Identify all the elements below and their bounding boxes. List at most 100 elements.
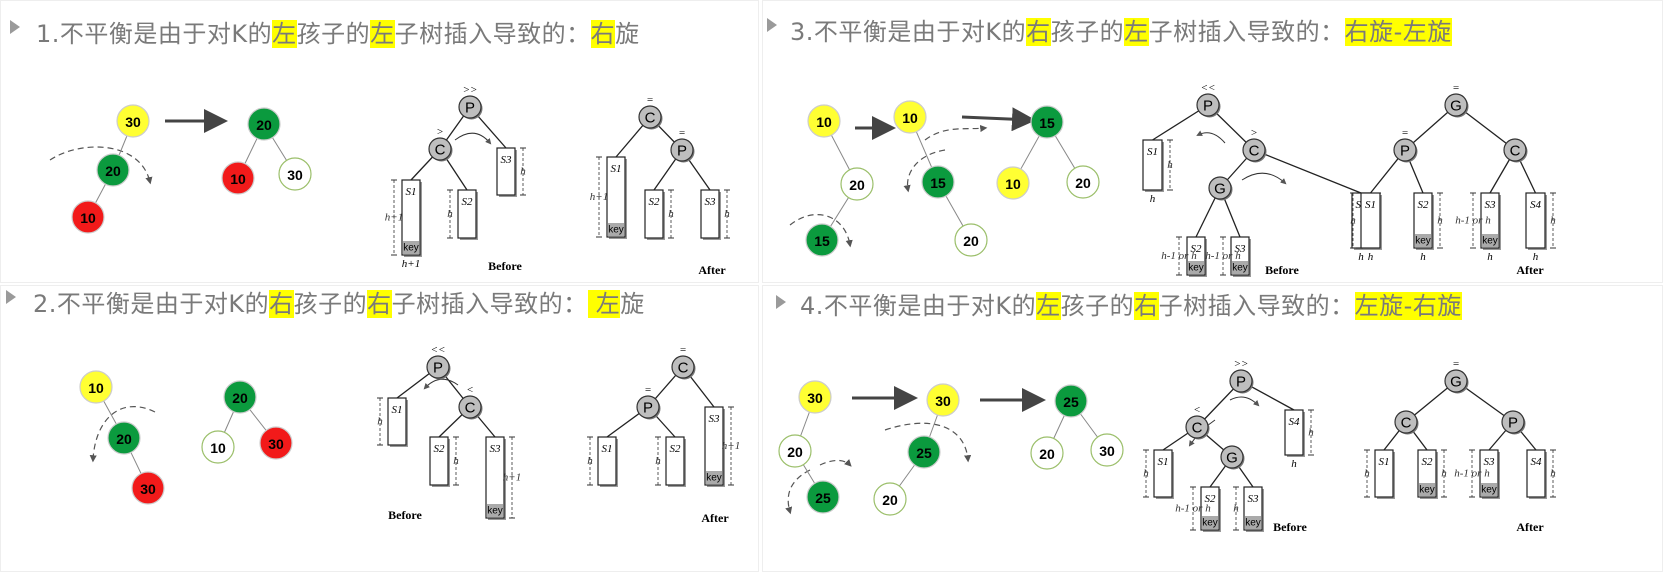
title-text: 孩子的 [1060, 292, 1135, 320]
height-label: h-1 or h [1455, 215, 1491, 227]
caption-after: After [1516, 263, 1544, 277]
case-title: 3.不平衡是由于对K的右孩子的左子树插入导致的：右旋-左旋 [790, 12, 1452, 47]
height-below-label: h [1487, 251, 1493, 263]
caption-after: After [698, 263, 726, 277]
balance-mark: < [1193, 404, 1200, 416]
subtree-label: S3 [705, 196, 717, 208]
caption-before: Before [488, 259, 522, 273]
height-label: h-1 or h [1205, 250, 1241, 262]
node-value: 10 [902, 110, 918, 126]
bullet-triangle-icon [6, 290, 16, 304]
caption-after: After [1516, 520, 1544, 534]
subtree-label: S4 [1289, 416, 1301, 428]
node-value: 25 [916, 445, 932, 461]
height-label: h [1550, 468, 1556, 480]
node-value: 20 [116, 431, 132, 447]
height-label: h-1 or h [1454, 468, 1490, 480]
height-label: h [668, 208, 674, 220]
highlighted-text: 右 [590, 20, 616, 48]
title-text: 孩子的 [1050, 18, 1125, 46]
case-title: 4.不平衡是由于对K的左孩子的右子树插入导致的：左旋-右旋 [800, 286, 1462, 321]
bullet-triangle-icon [776, 295, 786, 309]
key-label: key [1245, 518, 1261, 529]
title-text: 1.不平衡是由于对K的 [36, 20, 273, 48]
title-text: 孩子的 [296, 20, 371, 48]
node-value: 30 [935, 393, 951, 409]
balance-mark: << [1201, 82, 1216, 94]
node-value: 20 [963, 233, 979, 249]
node-value: 15 [1039, 115, 1055, 131]
highlighted-text: 左 [370, 20, 395, 48]
height-below-label: h [1368, 251, 1374, 263]
subtree-label: S2 [649, 196, 661, 208]
height-label: h+1 [722, 440, 740, 452]
subtree-label: S3 [1484, 456, 1496, 468]
node-value: 20 [105, 163, 121, 179]
subtree-label: S4 [1530, 199, 1542, 211]
node-label: C [645, 110, 656, 127]
key-label: key [1202, 518, 1218, 529]
height-label: h+1 [385, 212, 403, 224]
balance-mark: = [644, 384, 651, 396]
transform-arrow-icon [961, 107, 1036, 132]
highlighted-text: 右 [1134, 292, 1159, 320]
caption-before: Before [1273, 520, 1307, 534]
title-text: 4.不平衡是由于对K的 [800, 292, 1037, 320]
rotation-arrow-icon [454, 132, 492, 145]
subtree-label: S1 [1158, 456, 1169, 468]
node-value: 25 [1063, 394, 1079, 410]
node-value: 10 [816, 114, 832, 130]
height-label: h [377, 416, 383, 428]
balance-mark: = [1452, 358, 1459, 370]
balance-mark: = [679, 344, 686, 356]
title-text: 子树插入导致的： [1158, 292, 1355, 320]
node-value: 10 [88, 380, 104, 396]
node-value: 30 [125, 114, 141, 130]
node-value: 30 [1099, 443, 1115, 459]
node-label: G [1450, 374, 1462, 391]
height-label: h [1143, 468, 1149, 480]
node-label: G [1450, 98, 1462, 115]
height-label: h [724, 208, 730, 220]
node-value: 10 [210, 440, 226, 456]
node-value: 20 [1039, 446, 1055, 462]
subtree-label: S2 [1422, 456, 1434, 468]
balance-mark: < [466, 384, 473, 396]
balance-mark: > [436, 126, 443, 138]
height-label: h-1 or h [1161, 250, 1197, 262]
subtree-label: S3 [490, 443, 502, 455]
height-label: h [587, 455, 593, 467]
node-value: 25 [815, 490, 831, 506]
balance-mark: = [1401, 127, 1408, 139]
title-text: 子树插入导致的： [1148, 18, 1345, 46]
node-label: P [677, 143, 687, 160]
node-label: P [1508, 415, 1518, 432]
node-value: 30 [268, 436, 284, 452]
node-value: 10 [1005, 176, 1021, 192]
title-text: 2.不平衡是由于对K的 [33, 290, 270, 318]
case-title: 2.不平衡是由于对K的右孩子的右子树插入导致的： 左旋 [33, 284, 645, 319]
subtree-label: S3 [1485, 199, 1497, 211]
subtree-label: S3 [501, 154, 513, 166]
node-value: 20 [849, 177, 865, 193]
key-label: key [1232, 263, 1248, 274]
bullet-triangle-icon [767, 18, 777, 32]
title-text: 子树插入导致的： [391, 290, 588, 318]
height-label: h [1441, 468, 1447, 480]
height-below-label: h+1 [402, 258, 420, 270]
node-value: 20 [1075, 175, 1091, 191]
height-label: h [447, 208, 453, 220]
node-label: C [1249, 143, 1260, 160]
highlighted-text: 右 [269, 290, 294, 318]
node-value: 20 [882, 492, 898, 508]
node-value: 30 [807, 390, 823, 406]
balance-mark: = [646, 94, 653, 106]
subtree-label: S2 [434, 443, 446, 455]
title-text: 旋 [615, 20, 640, 48]
node-label: P [1236, 374, 1246, 391]
key-label: key [1415, 236, 1431, 247]
bullet-triangle-icon [10, 20, 20, 34]
height-label: h [655, 455, 661, 467]
node-label: C [1401, 415, 1412, 432]
node-label: P [1203, 98, 1213, 115]
